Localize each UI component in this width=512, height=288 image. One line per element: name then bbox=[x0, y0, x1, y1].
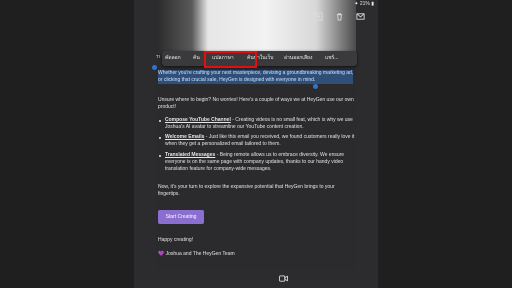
bullet-title[interactable]: Compose YouTube Channel bbox=[165, 117, 231, 123]
bullet-dot bbox=[159, 155, 162, 158]
selection-context-menu: คัดลอก ค้น แปลภาษา ค้นหาในเว็บ อ่านออกเส… bbox=[162, 51, 357, 66]
signature-text: 💜 Joshua and The HeyGen Team bbox=[158, 251, 235, 257]
menu-item-share[interactable]: แชร์... bbox=[325, 51, 338, 66]
bullet-item-translated: Translated Messages - Being remote allow… bbox=[165, 152, 344, 174]
bottom-bar bbox=[134, 270, 378, 288]
status-icons: ✦ 21% ▮ bbox=[354, 1, 374, 7]
delete-icon[interactable] bbox=[335, 12, 344, 21]
intro-paragraph: Unsure where to begin? No worries! Here'… bbox=[158, 97, 354, 111]
menu-item-look-up[interactable]: ค้น bbox=[193, 51, 200, 66]
bullet-title[interactable]: Translated Messages bbox=[165, 152, 215, 158]
status-bar: ✦ 21% ▮ bbox=[134, 0, 378, 8]
signoff-text: Happy creating! bbox=[158, 237, 194, 243]
app-bar bbox=[134, 9, 378, 25]
download-icon[interactable] bbox=[314, 12, 323, 21]
bullet-item-youtube: Compose YouTube Channel - Creating video… bbox=[165, 117, 353, 131]
hero-caption: TI bbox=[156, 54, 160, 59]
bullet-dot bbox=[159, 120, 162, 123]
selection-start-handle[interactable] bbox=[152, 65, 157, 70]
tablet-screen: TI Whether you're crafting your next mas… bbox=[134, 0, 378, 288]
email-content: TI Whether you're crafting your next mas… bbox=[156, 0, 356, 270]
translate-highlight-box bbox=[204, 51, 257, 68]
menu-item-read-aloud[interactable]: อ่านออกเสียง bbox=[284, 51, 312, 66]
bullet-dot bbox=[159, 137, 162, 140]
bullet-item-welcome: Welcome Emails - Just like this email yo… bbox=[165, 134, 354, 148]
closing-paragraph: Now, it's your turn to explore the expan… bbox=[158, 184, 335, 198]
mail-icon[interactable] bbox=[356, 12, 365, 21]
menu-item-copy[interactable]: คัดลอก bbox=[165, 51, 181, 66]
bullet-title[interactable]: Welcome Emails bbox=[165, 134, 204, 140]
start-creating-button[interactable]: Start Creating bbox=[158, 210, 204, 224]
selected-paragraph[interactable]: Whether you're crafting your next master… bbox=[158, 70, 354, 85]
selection-end-handle[interactable] bbox=[313, 84, 318, 89]
video-icon[interactable] bbox=[279, 275, 288, 282]
